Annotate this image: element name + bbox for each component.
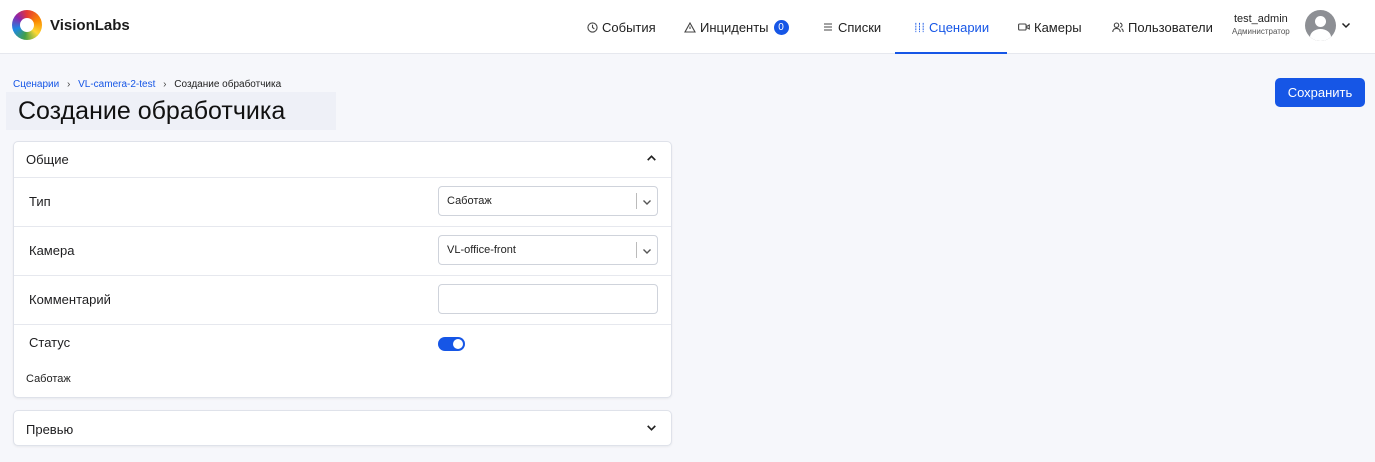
- chevron-up-icon[interactable]: [645, 152, 658, 168]
- preview-section: Превью: [13, 410, 672, 446]
- brand-logo[interactable]: VisionLabs: [12, 10, 130, 40]
- toggle-knob: [453, 339, 463, 349]
- users-icon: [1112, 21, 1124, 33]
- chevron-down-icon[interactable]: [641, 195, 653, 207]
- save-button[interactable]: Сохранить: [1275, 78, 1365, 107]
- avatar-body: [1310, 29, 1331, 41]
- avatar[interactable]: [1305, 10, 1336, 41]
- chevron-down-icon[interactable]: [645, 421, 658, 437]
- type-row: Тип Саботаж: [14, 178, 671, 227]
- breadcrumb-camera[interactable]: VL-camera-2-test: [78, 79, 155, 90]
- select-divider: [636, 193, 637, 209]
- general-section-header[interactable]: Общие: [14, 142, 671, 178]
- nav-users-label: Пользователи: [1128, 19, 1213, 35]
- comment-label: Комментарий: [29, 292, 111, 307]
- page-title: Создание обработчика: [6, 92, 336, 130]
- breadcrumb-separator: ›: [163, 79, 167, 90]
- breadcrumb-separator: ›: [67, 79, 71, 90]
- user-role: Администратор: [1232, 27, 1290, 36]
- list-icon: [822, 21, 834, 33]
- general-section-title: Общие: [26, 152, 69, 167]
- vision-labs-logo-icon: [12, 10, 42, 40]
- type-select-value: Саботаж: [447, 195, 492, 207]
- preview-section-header[interactable]: Превью: [14, 411, 671, 447]
- avatar-head: [1315, 16, 1326, 27]
- nav-scenarios[interactable]: Сценарии: [894, 0, 1008, 54]
- status-label: Статус: [29, 335, 71, 350]
- video-camera-icon: [1018, 21, 1030, 33]
- status-row: Статус Саботаж: [14, 325, 671, 398]
- camera-row: Камера VL-office-front: [14, 227, 671, 276]
- breadcrumb: Сценарии › VL-camera-2-test › Создание о…: [13, 79, 281, 90]
- comment-input[interactable]: [438, 284, 658, 314]
- breadcrumb-current: Создание обработчика: [174, 79, 282, 90]
- breadcrumb-scenarios[interactable]: Сценарии: [13, 79, 59, 90]
- nav-users[interactable]: Пользователи: [1112, 0, 1213, 54]
- nav-cameras-label: Камеры: [1034, 19, 1082, 35]
- nav-lists-label: Списки: [838, 19, 882, 35]
- chevron-down-icon[interactable]: [1340, 18, 1352, 30]
- type-label: Тип: [29, 194, 51, 209]
- warning-triangle-icon: [684, 21, 696, 33]
- preview-section-title: Превью: [26, 421, 74, 437]
- top-bar: VisionLabs События Инциденты 0 Списки Сц…: [0, 0, 1375, 54]
- clock-icon: [586, 21, 598, 33]
- nav-events-label: События: [602, 19, 656, 35]
- camera-select-value: VL-office-front: [447, 244, 516, 256]
- nav-cameras[interactable]: Камеры: [1018, 0, 1082, 54]
- nav-incidents[interactable]: Инциденты 0: [684, 0, 789, 54]
- sliders-icon: [913, 21, 925, 33]
- user-info[interactable]: test_admin Администратор: [1232, 12, 1290, 38]
- user-name: test_admin: [1233, 13, 1288, 25]
- nav-lists[interactable]: Списки: [822, 0, 881, 54]
- select-divider: [636, 242, 637, 258]
- comment-row: Комментарий: [14, 276, 671, 325]
- general-section: Общие Тип Саботаж Камера VL-office-front…: [13, 141, 672, 398]
- chevron-down-icon[interactable]: [641, 244, 653, 256]
- camera-select[interactable]: VL-office-front: [438, 235, 658, 265]
- incidents-count-badge: 0: [773, 19, 789, 35]
- camera-label: Камера: [29, 243, 75, 258]
- nav-scenarios-label: Сценарии: [929, 19, 990, 35]
- type-select[interactable]: Саботаж: [438, 186, 658, 216]
- brand-name: VisionLabs: [50, 16, 130, 34]
- status-toggle[interactable]: [438, 337, 465, 351]
- nav-events[interactable]: События: [586, 0, 656, 54]
- nav-incidents-label: Инциденты: [700, 19, 769, 35]
- status-type-note: Саботаж: [26, 373, 71, 385]
